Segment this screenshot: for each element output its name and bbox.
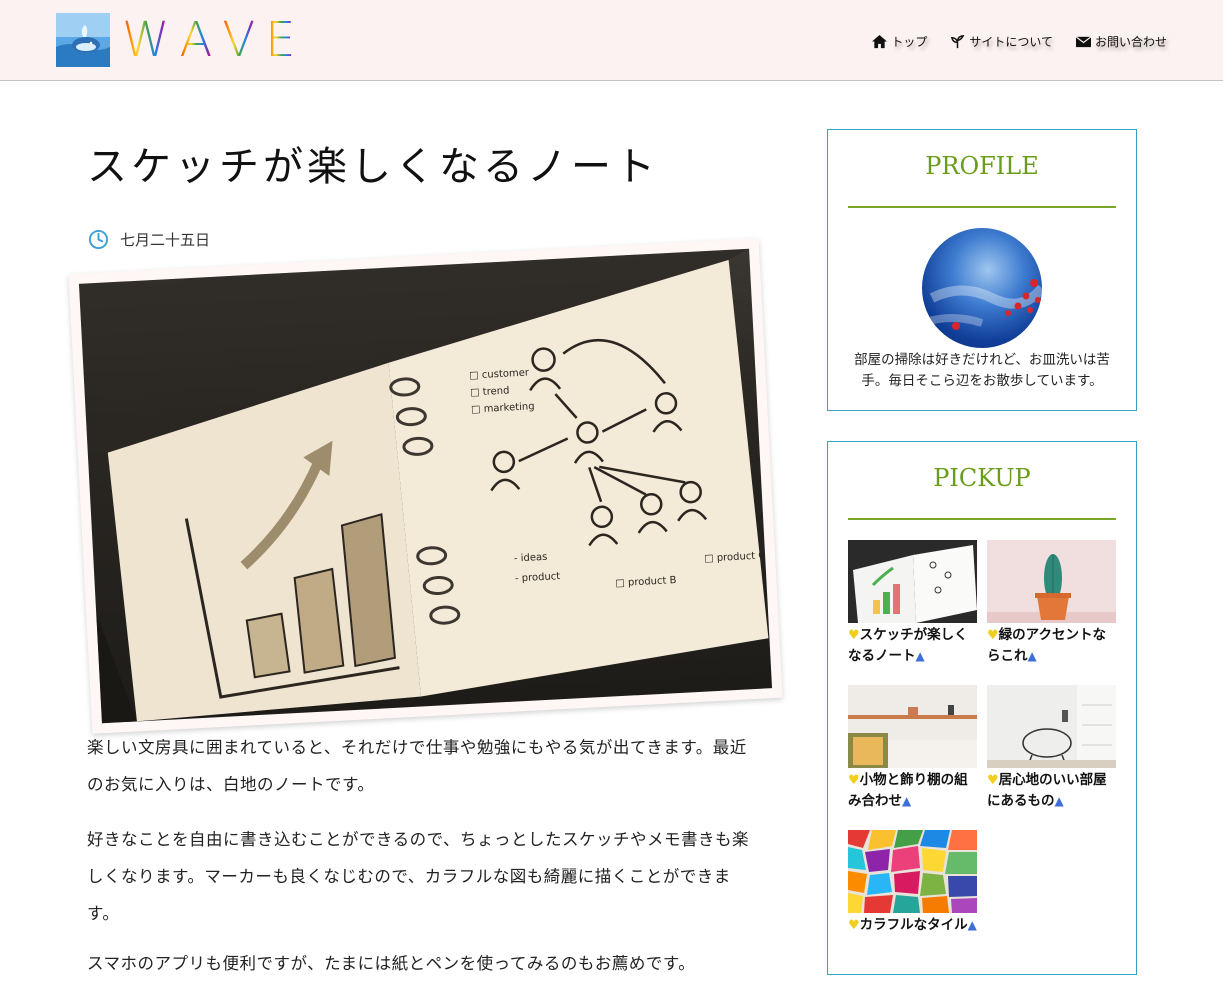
- widget-divider: [848, 206, 1116, 208]
- main-nav: トップ サイトについて お問い合わせ: [871, 33, 1167, 50]
- triangle-icon: ▲: [915, 649, 925, 663]
- logo-letter: E: [265, 12, 298, 68]
- logo-letter: V: [222, 12, 258, 68]
- clock-icon: [88, 229, 109, 250]
- article-paragraph: スマホのアプリも便利ですが、たまには紙とペンを使ってみるのもお薦めです。: [87, 954, 696, 973]
- whale-logo-icon: [56, 13, 110, 67]
- triangle-icon: ▲: [967, 918, 977, 932]
- mosaic-tile-thumbnail: [848, 830, 977, 913]
- profile-widget: PROFILE 部屋の掃除は好きだけれど、お皿洗いは苦手。毎日そこら辺をお散歩し…: [827, 129, 1137, 411]
- sprout-icon: [951, 35, 965, 49]
- triangle-icon: ▲: [1027, 649, 1037, 663]
- heart-icon: ♥: [848, 773, 860, 788]
- pickup-item[interactable]: ♥カラフルなタイル▲: [848, 830, 977, 936]
- widget-divider: [848, 518, 1116, 520]
- pickup-thumbnail: [848, 685, 977, 768]
- pickup-widget: PICKUP ♥スケッチが楽しくなるノート▲ ♥緑のアクセントならこれ▲ ♥小物…: [827, 441, 1137, 975]
- shelf-thumbnail: [848, 685, 977, 768]
- pickup-title: ♥スケッチが楽しくなるノート▲: [848, 625, 977, 667]
- logo-letter: W: [122, 12, 172, 68]
- pickup-title-text: カラフルなタイル: [859, 917, 968, 933]
- pickup-title: ♥カラフルなタイル▲: [848, 915, 977, 936]
- cactus-thumbnail: [987, 540, 1116, 623]
- site-header: W A V E トップ サイトについて お問い合わせ: [0, 0, 1223, 81]
- article-paragraph: 楽しい文房具に囲まれていると、それだけで仕事や勉強にもやる気が出てきます。最近の…: [87, 738, 747, 794]
- article-title: スケッチが楽しくなるノート: [87, 144, 659, 190]
- pickup-item[interactable]: ♥緑のアクセントならこれ▲: [987, 540, 1116, 667]
- pickup-thumbnail: [987, 685, 1116, 768]
- featured-image: □ customer □ trend □ marketing - ideas -…: [78, 248, 773, 724]
- triangle-icon: ▲: [902, 794, 912, 808]
- widget-title: PROFILE: [925, 152, 1039, 180]
- nav-label: サイトについて: [969, 35, 1053, 49]
- pickup-item[interactable]: ♥居心地のいい部屋にあるもの▲: [987, 685, 1116, 812]
- pickup-item[interactable]: ♥小物と飾り棚の組み合わせ▲: [848, 685, 977, 812]
- article-paragraph: 好きなことを自由に書き込むことができるので、ちょっとしたスケッチやメモ書きも楽し…: [87, 830, 750, 923]
- nav-item-contact[interactable]: お問い合わせ: [1075, 33, 1167, 50]
- heart-icon: ♥: [987, 773, 999, 788]
- pickup-title: ♥緑のアクセントならこれ▲: [987, 625, 1116, 667]
- nav-item-top[interactable]: トップ: [871, 33, 927, 50]
- logo-letter: A: [179, 12, 215, 68]
- notebook-thumbnail: [848, 540, 977, 623]
- pickup-thumbnail: [848, 830, 977, 913]
- home-icon: [872, 34, 888, 49]
- svg-text:- product: - product: [515, 571, 561, 584]
- profile-description: 部屋の掃除は好きだけれど、お皿洗いは苦手。毎日そこら辺をお散歩しています。: [854, 352, 1110, 389]
- heart-icon: ♥: [848, 918, 860, 933]
- pickup-thumbnail: [848, 540, 977, 623]
- featured-image-frame: □ customer □ trend □ marketing - ideas -…: [68, 238, 783, 734]
- avatar: [922, 228, 1042, 348]
- svg-text:- ideas: - ideas: [514, 552, 548, 565]
- triangle-icon: ▲: [1054, 794, 1064, 808]
- pickup-title: ♥居心地のいい部屋にあるもの▲: [987, 770, 1116, 812]
- pickup-title-text: スケッチが楽しくなるノート: [848, 627, 968, 664]
- notebook-sketch-illustration: □ customer □ trend □ marketing - ideas -…: [78, 248, 769, 724]
- pickup-title: ♥小物と飾り棚の組み合わせ▲: [848, 770, 977, 812]
- pickup-item[interactable]: ♥スケッチが楽しくなるノート▲: [848, 540, 977, 667]
- pickup-title-text: 緑のアクセントならこれ: [987, 627, 1106, 664]
- post-date-text: 七月二十五日: [120, 231, 211, 249]
- pickup-thumbnail: [987, 540, 1116, 623]
- post-date: 七月二十五日: [88, 229, 210, 250]
- logo-wordmark: W A V E: [122, 13, 297, 67]
- nav-label: お問い合わせ: [1094, 35, 1167, 49]
- nav-item-about[interactable]: サイトについて: [949, 33, 1053, 50]
- pickup-title-text: 居心地のいい部屋にあるもの: [987, 772, 1107, 809]
- heart-icon: ♥: [987, 628, 999, 643]
- svg-text:□ trend: □ trend: [470, 385, 510, 398]
- nav-label: トップ: [891, 35, 928, 49]
- sky-balloons-icon: [922, 279, 1042, 330]
- site-logo[interactable]: W A V E: [56, 13, 297, 67]
- room-thumbnail: [987, 685, 1116, 768]
- heart-icon: ♥: [848, 628, 860, 643]
- widget-title: PICKUP: [933, 464, 1031, 492]
- envelope-icon: [1075, 36, 1092, 48]
